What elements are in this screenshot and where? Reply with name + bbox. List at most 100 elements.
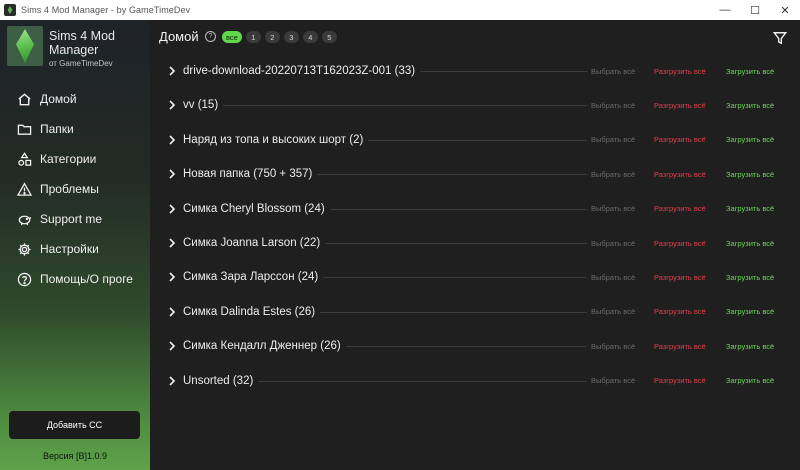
select-all-button[interactable]: Выбрать всё [591,101,635,110]
folder-row[interactable]: drive-download-20220713T162023Z-001 (33)… [150,61,800,81]
folder-row[interactable]: Симка Dalinda Estes (26) Выбрать всё Разгр… [150,302,800,322]
select-all-button[interactable]: Выбрать всё [591,376,635,385]
app-logo-icon [4,4,16,16]
home-icon [16,91,32,107]
unload-all-button[interactable]: Разгрузить всё [654,170,706,179]
chevron-right-icon[interactable] [168,271,176,283]
chevron-right-icon[interactable] [168,168,176,180]
row-divider [258,380,587,382]
select-all-button[interactable]: Выбрать всё [591,204,635,213]
folder-row[interactable]: Симка Зара Ларссон (24) Выбрать всё Разгру… [150,267,800,287]
window-title: Sims 4 Mod Manager - by GameTimeDev [21,5,191,15]
tab-4[interactable]: 4 [302,31,318,43]
sidebar-item-home[interactable]: Домой [0,84,150,114]
folder-name: Unsorted (32) [183,374,254,387]
folder-row[interactable]: vv (15) Выбрать всё Разгрузить всё Загрузит… [150,95,800,115]
select-all-button[interactable]: Выбрать всё [591,239,635,248]
load-all-button[interactable]: Загрузить всё [726,376,774,385]
load-all-button[interactable]: Загрузить всё [726,239,774,248]
folder-row[interactable]: Наряд из топа и высоких шорт (2) Выбрать … [150,130,800,150]
chevron-right-icon[interactable] [168,203,176,215]
load-all-button[interactable]: Загрузить всё [726,204,774,213]
unload-all-button[interactable]: Разгрузить всё [654,204,706,213]
sidebar-item-label: Категории [40,152,97,166]
folder-row[interactable]: Симка Joanna Larson (22) Выбрать всё Разгр… [150,233,800,253]
piggy-bank-icon [16,211,32,227]
sidebar-item-settings[interactable]: Настройки [0,234,150,264]
unload-all-button[interactable]: Разгрузить всё [654,342,706,351]
tab-all[interactable]: все [222,31,242,43]
folder-name: vv (15) [183,99,219,112]
load-all-button[interactable]: Загрузить всё [726,135,774,144]
unload-all-button[interactable]: Разгрузить всё [654,67,706,76]
unload-all-button[interactable]: Разгрузить всё [654,239,706,248]
page-title: Домой [159,29,199,44]
chevron-right-icon[interactable] [168,99,176,111]
add-cc-button[interactable]: Добавить СС [9,411,140,439]
chevron-right-icon[interactable] [168,134,176,146]
sidebar-item-help[interactable]: Помощь/О проге [0,264,150,294]
row-divider [368,139,587,141]
chevron-right-icon[interactable] [168,306,176,318]
window-controls: — ☐ ✕ [710,0,800,20]
unload-all-button[interactable]: Разгрузить всё [654,307,706,316]
header: Домой ? все 1 2 3 4 5 [150,20,800,56]
chevron-right-icon[interactable] [168,237,176,249]
row-divider [320,311,587,313]
load-all-button[interactable]: Загрузить всё [726,307,774,316]
plumbob-logo-icon [7,26,43,66]
chevron-right-icon[interactable] [168,65,176,77]
main-panel: Домой ? все 1 2 3 4 5 drive-download-202… [150,20,800,470]
help-icon [16,271,32,287]
unload-all-button[interactable]: Разгрузить всё [654,135,706,144]
folder-row[interactable]: Unsorted (32) Выбрать всё Разгрузить всё За… [150,371,800,391]
sidebar-nav: Домой Папки Категории Проблемы Support m… [0,84,150,294]
row-divider [325,243,587,244]
sidebar-item-categories[interactable]: Категории [0,144,150,174]
unload-all-button[interactable]: Разгрузить всё [654,376,706,385]
unload-all-button[interactable]: Разгрузить всё [654,101,706,110]
minimize-button[interactable]: — [710,0,740,20]
select-all-button[interactable]: Выбрать всё [591,273,635,282]
row-divider [323,277,587,279]
tab-1[interactable]: 1 [245,31,261,43]
tab-5[interactable]: 5 [321,31,337,43]
app-author: от GameTimeDev [49,59,113,68]
unload-all-button[interactable]: Разгрузить всё [654,273,706,282]
categories-icon [16,151,32,167]
select-all-button[interactable]: Выбрать всё [591,67,635,76]
select-all-button[interactable]: Выбрать всё [591,342,635,351]
load-all-button[interactable]: Загрузить всё [726,101,774,110]
load-all-button[interactable]: Загрузить всё [726,273,774,282]
folder-name: Симка Joanna Larson (22) [183,237,321,249]
warning-icon [16,181,32,197]
load-all-button[interactable]: Загрузить всё [726,67,774,76]
load-all-button[interactable]: Загрузить всё [726,342,774,351]
folder-name: Симка Cheryl Blossom (24) [183,202,325,215]
select-all-button[interactable]: Выбрать всё [591,307,635,316]
filter-icon[interactable] [773,31,787,45]
tab-3[interactable]: 3 [283,31,299,43]
sidebar-item-folders[interactable]: Папки [0,114,150,144]
sidebar-item-support[interactable]: Support me [0,204,150,234]
maximize-button[interactable]: ☐ [740,0,770,20]
brand: Sims 4 Mod Manager от GameTimeDev [7,26,147,86]
app-name: Sims 4 Mod Manager [49,29,115,57]
version-label: Версия [B]1.0.9 [43,451,107,461]
select-all-button[interactable]: Выбрать всё [591,170,635,179]
gear-icon [16,241,32,257]
chevron-right-icon[interactable] [168,375,176,387]
question-icon[interactable]: ? [205,31,216,42]
folder-row[interactable]: Симка Кендалл Дженнер (26) Выбрать всё Раз… [150,336,800,356]
folder-row[interactable]: Симка Cheryl Blossom (24) Выбрать всё Разг… [150,199,800,219]
select-all-button[interactable]: Выбрать всё [591,135,635,144]
folder-name: Симка Кендалл Дженнер (26) [183,340,341,353]
close-button[interactable]: ✕ [770,0,800,20]
folder-row[interactable]: Новая папка (750 + 357) Выбрать всё Разгру… [150,164,800,184]
load-all-button[interactable]: Загрузить всё [726,170,774,179]
sidebar-item-label: Настройки [40,242,99,256]
sidebar-item-problems[interactable]: Проблемы [0,174,150,204]
chevron-right-icon[interactable] [168,340,176,352]
tab-2[interactable]: 2 [264,31,280,43]
row-divider [420,71,587,72]
